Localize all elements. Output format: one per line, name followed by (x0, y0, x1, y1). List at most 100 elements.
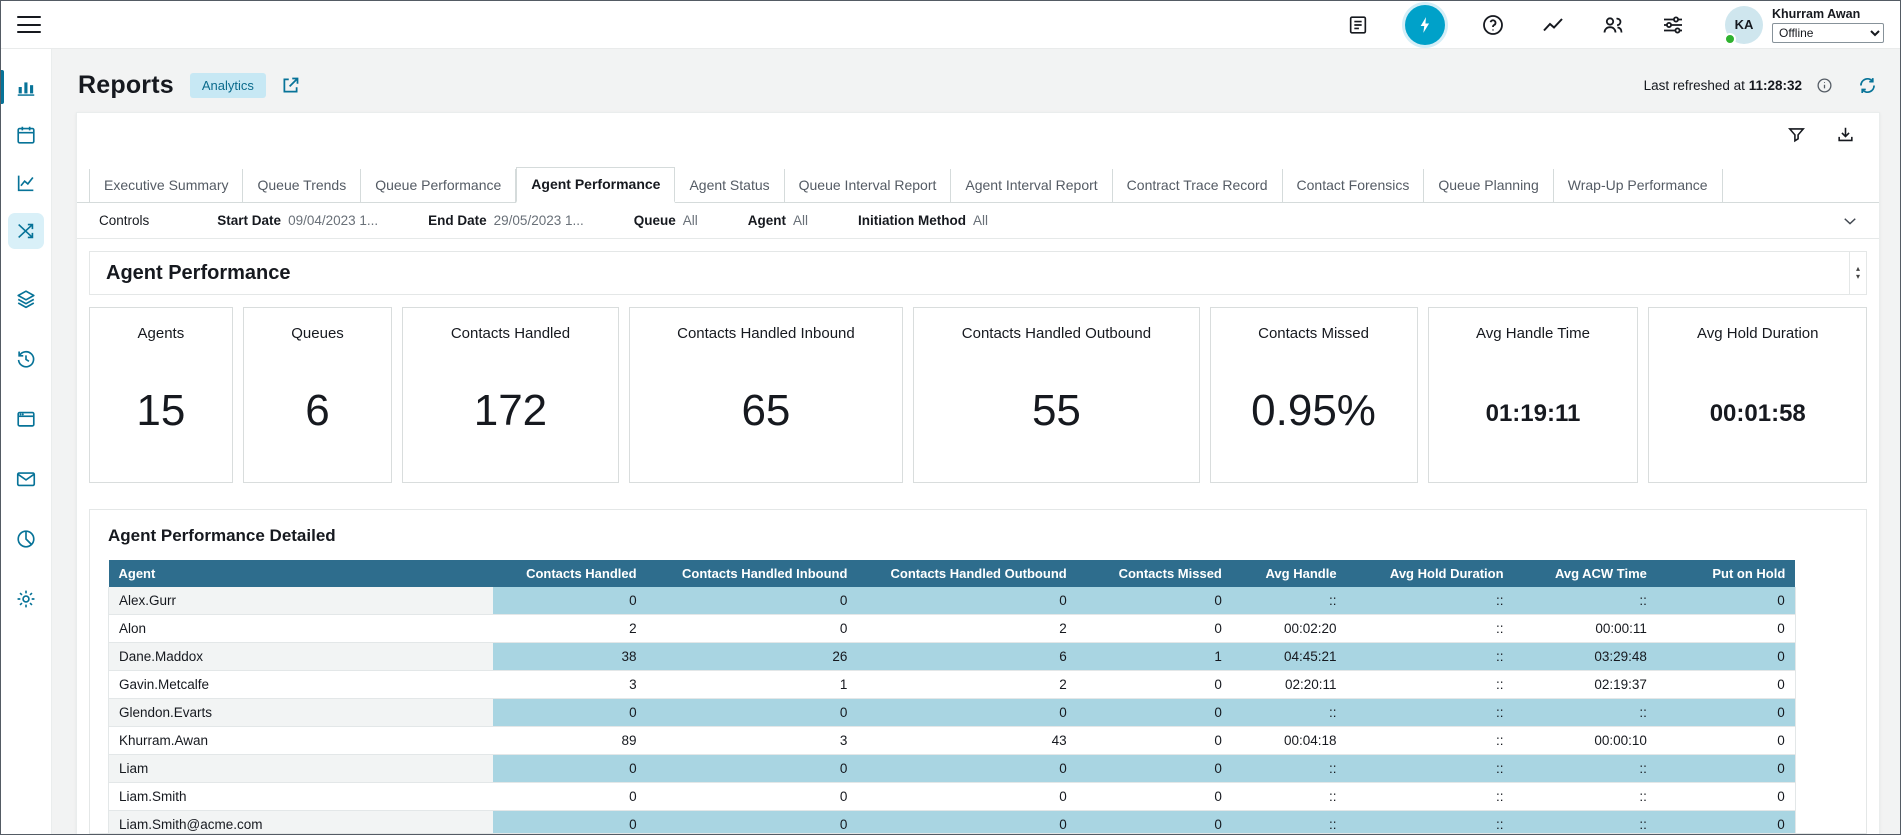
value-cell: :: (1347, 587, 1514, 615)
kpi-value: 65 (630, 386, 903, 436)
control-start-date[interactable]: Start Date09/04/2023 1... (217, 213, 378, 228)
mail-icon (8, 461, 44, 497)
control-label: Agent (748, 213, 786, 228)
kpi-label: Contacts Missed (1211, 325, 1417, 342)
control-value: 29/05/2023 1... (494, 213, 584, 228)
kpi-value: 172 (403, 386, 617, 436)
kpi-card-avg-hold-duration: Avg Hold Duration00:01:58 (1648, 307, 1867, 483)
detail-section: Agent Performance Detailed AgentContacts… (89, 509, 1867, 834)
value-cell: 0 (857, 755, 1076, 783)
kpi-card-agents: Agents15 (89, 307, 233, 483)
control-value: 09/04/2023 1... (288, 213, 378, 228)
section-stepper[interactable]: ▴▾ (1849, 252, 1866, 294)
value-cell: 0 (493, 755, 646, 783)
value-cell: 0 (1657, 811, 1795, 835)
control-queue[interactable]: QueueAll (634, 213, 698, 228)
value-cell: 00:02:20 (1232, 615, 1347, 643)
value-cell: :: (1514, 783, 1657, 811)
hamburger-menu-button[interactable] (17, 16, 41, 33)
column-header-contacts-handled-inbound[interactable]: Contacts Handled Inbound (647, 560, 858, 587)
column-header-avg-hold-duration[interactable]: Avg Hold Duration (1347, 560, 1514, 587)
help-icon[interactable] (1481, 13, 1505, 37)
history-icon (8, 341, 44, 377)
kpi-value: 15 (90, 386, 232, 436)
sidebar-item-settings[interactable] (1, 579, 51, 619)
kpi-value: 55 (914, 386, 1198, 436)
line-chart-icon (8, 165, 44, 201)
status-select[interactable]: Offline (1772, 23, 1884, 43)
tab-agent-interval-report[interactable]: Agent Interval Report (951, 169, 1112, 202)
value-cell: 38 (493, 643, 646, 671)
tab-agent-performance[interactable]: Agent Performance (516, 167, 675, 203)
control-label: End Date (428, 213, 487, 228)
tab-wrap-up-performance[interactable]: Wrap-Up Performance (1554, 169, 1723, 202)
value-cell: 0 (1657, 783, 1795, 811)
table-row: Liam0000::::::0 (109, 755, 1796, 783)
value-cell: 89 (493, 727, 646, 755)
tab-agent-status[interactable]: Agent Status (675, 169, 784, 202)
table-body: Alex.Gurr0000::::::0Alon202000:02:20::00… (109, 587, 1796, 834)
tab-queue-interval-report[interactable]: Queue Interval Report (785, 169, 952, 202)
flash-icon[interactable] (1405, 5, 1445, 45)
settings-sliders-icon[interactable] (1661, 13, 1685, 37)
kpi-value: 00:01:58 (1649, 400, 1866, 428)
value-cell: 0 (1657, 643, 1795, 671)
tab-contact-forensics[interactable]: Contact Forensics (1283, 169, 1425, 202)
value-cell: 0 (857, 811, 1076, 835)
stepper-down-icon[interactable]: ▾ (1856, 273, 1860, 281)
column-header-contacts-missed[interactable]: Contacts Missed (1077, 560, 1232, 587)
sidebar-item-calendar[interactable] (1, 115, 51, 155)
kpi-label: Avg Handle Time (1429, 325, 1638, 342)
info-icon[interactable] (1816, 77, 1833, 94)
control-agent[interactable]: AgentAll (748, 213, 808, 228)
column-header-contacts-handled[interactable]: Contacts Handled (493, 560, 646, 587)
tab-queue-performance[interactable]: Queue Performance (361, 169, 516, 202)
column-header-contacts-handled-outbound[interactable]: Contacts Handled Outbound (857, 560, 1076, 587)
sidebar-item-reports[interactable] (1, 519, 51, 559)
value-cell: 00:00:11 (1514, 615, 1657, 643)
chevron-down-icon[interactable] (1841, 212, 1859, 230)
column-header-agent[interactable]: Agent (109, 560, 494, 587)
control-value: All (973, 213, 988, 228)
last-refreshed-time: 11:28:32 (1749, 78, 1802, 93)
sidebar-item-windows[interactable] (1, 399, 51, 439)
table-row: Alex.Gurr0000::::::0 (109, 587, 1796, 615)
filter-icon[interactable] (1787, 125, 1806, 144)
tab-queue-planning[interactable]: Queue Planning (1424, 169, 1553, 202)
sidebar-item-queues[interactable] (1, 279, 51, 319)
download-icon[interactable] (1836, 125, 1855, 144)
report-body: Agent Performance ▴▾ Agents15Queues6Cont… (87, 239, 1869, 834)
sidebar-item-mail[interactable] (1, 459, 51, 499)
value-cell: :: (1347, 699, 1514, 727)
sidebar (1, 49, 52, 834)
tab-executive-summary[interactable]: Executive Summary (89, 169, 243, 202)
avatar[interactable]: KA (1725, 6, 1763, 44)
layers-icon (8, 281, 44, 317)
tab-contract-trace-record[interactable]: Contract Trace Record (1113, 169, 1283, 202)
value-cell: 6 (857, 643, 1076, 671)
column-header-put-on-hold[interactable]: Put on Hold (1657, 560, 1795, 587)
kpi-card-contacts-handled: Contacts Handled172 (402, 307, 618, 483)
flash-circle (1405, 5, 1445, 45)
tab-queue-trends[interactable]: Queue Trends (243, 169, 361, 202)
value-cell: 43 (857, 727, 1076, 755)
external-link-icon[interactable] (280, 75, 301, 96)
sidebar-item-metrics[interactable] (1, 67, 51, 107)
value-cell: 0 (493, 811, 646, 835)
section-title: Agent Performance (106, 262, 291, 285)
sidebar-item-routing[interactable] (1, 211, 51, 251)
notes-icon[interactable] (1347, 14, 1369, 36)
analytics-icon[interactable] (1541, 13, 1565, 37)
agent-performance-table: AgentContacts HandledContacts Handled In… (108, 560, 1796, 834)
value-cell: :: (1347, 671, 1514, 699)
user-info: Khurram Awan Offline (1772, 7, 1884, 43)
control-end-date[interactable]: End Date 29/05/2023 1... (428, 213, 584, 228)
sidebar-item-analytics[interactable] (1, 163, 51, 203)
refresh-icon[interactable] (1857, 75, 1878, 96)
column-header-avg-acw-time[interactable]: Avg ACW Time (1514, 560, 1657, 587)
control-initiation-method[interactable]: Initiation MethodAll (858, 213, 988, 228)
column-header-avg-handle[interactable]: Avg Handle (1232, 560, 1347, 587)
sidebar-item-history[interactable] (1, 339, 51, 379)
users-icon[interactable] (1601, 13, 1625, 37)
refresh-area: Last refreshed at 11:28:32 (1644, 75, 1878, 96)
